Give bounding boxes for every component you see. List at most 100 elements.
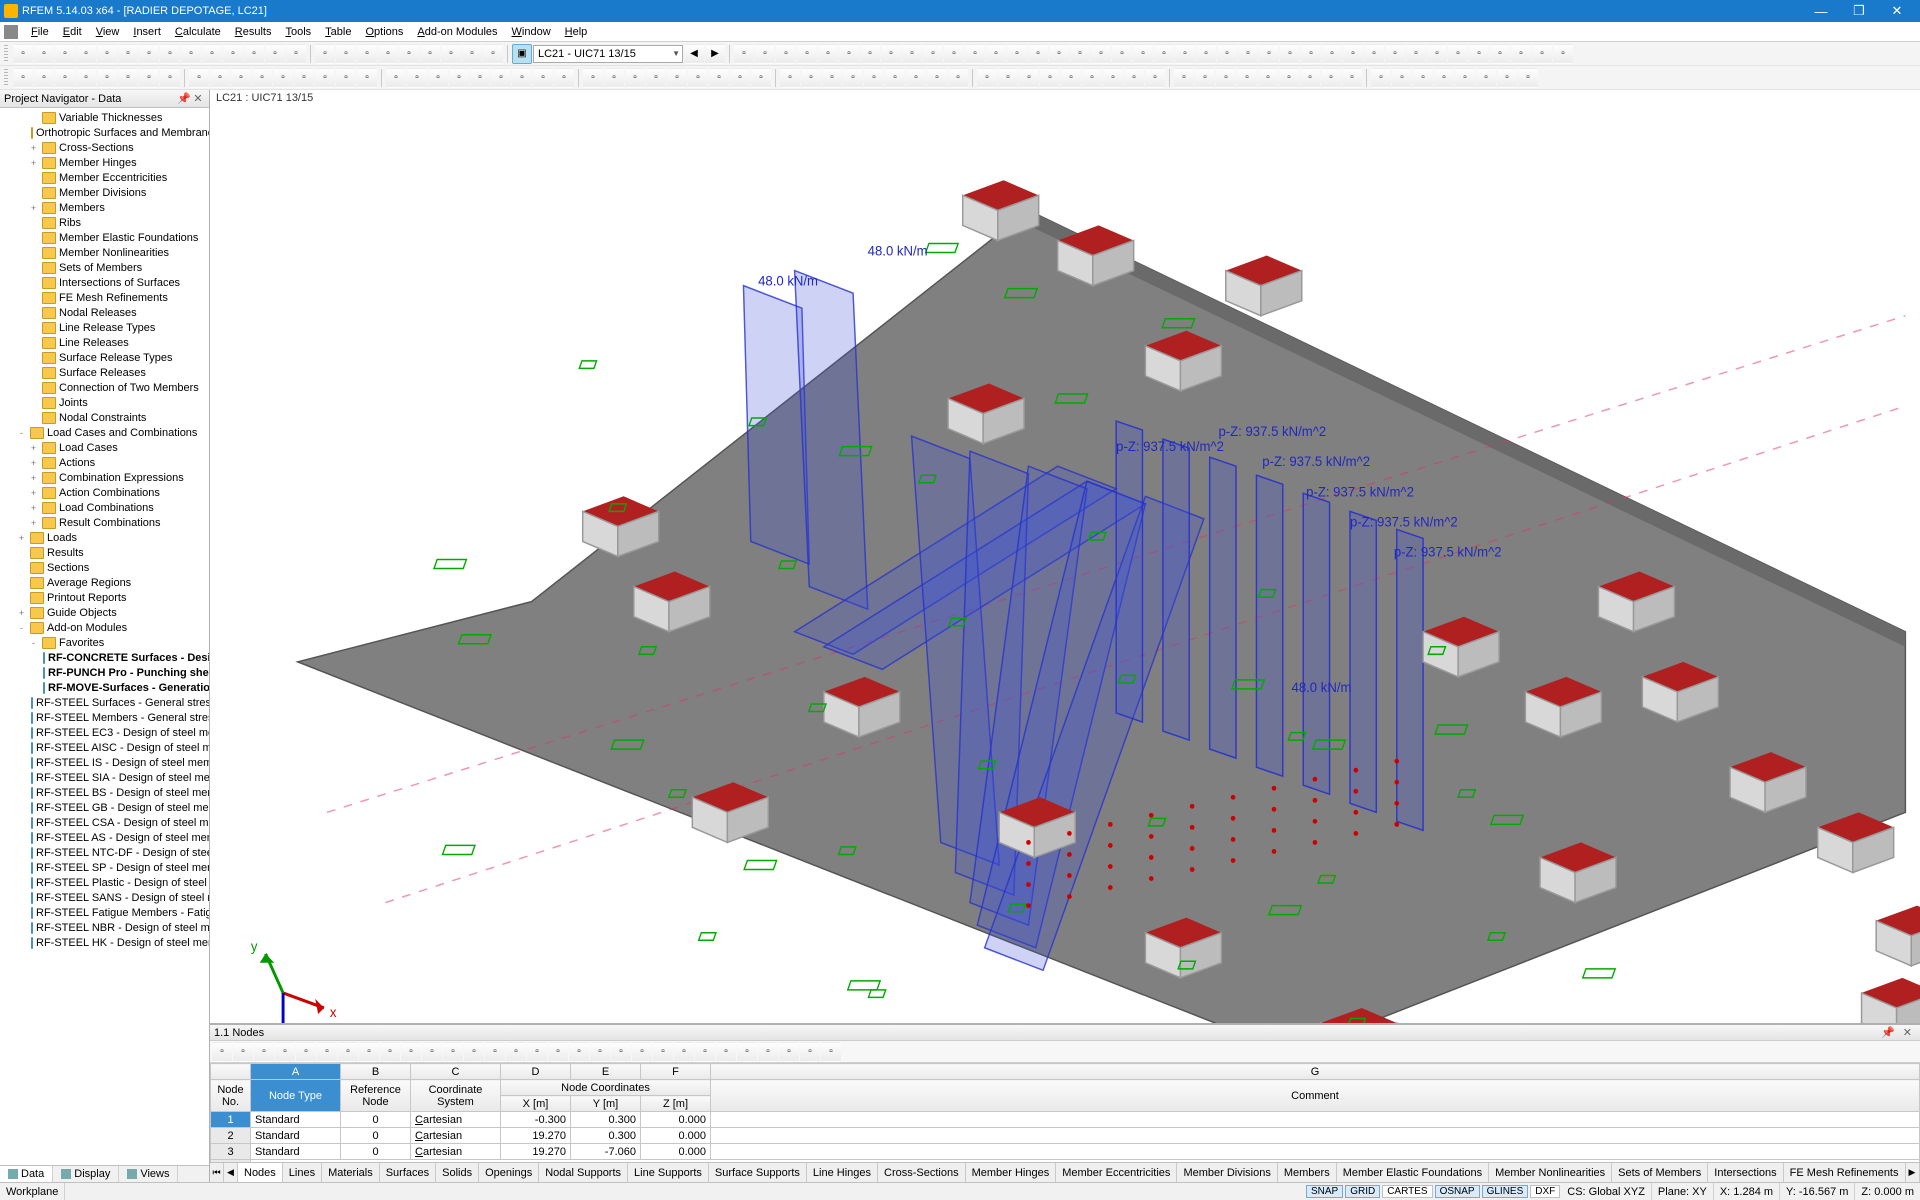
tree-item[interactable]: Member Eccentricities xyxy=(0,170,209,185)
toolbar-button[interactable]: ▫ xyxy=(1511,44,1531,64)
tree-item[interactable]: RF-CONCRETE Surfaces - Design of xyxy=(0,650,209,665)
panel-close-icon[interactable]: ✕ xyxy=(1899,1026,1916,1039)
toolbar-button[interactable]: ▫ xyxy=(265,44,285,64)
toolbar-button[interactable]: ▫ xyxy=(1061,68,1081,88)
toolbar-button[interactable]: ▫ xyxy=(948,68,968,88)
toolbar-button[interactable]: ▫ xyxy=(357,44,377,64)
tree-item[interactable]: RF-STEEL Surfaces - General stress analy xyxy=(0,695,209,710)
toolbar-button[interactable]: ▫ xyxy=(1343,44,1363,64)
toolbar-button[interactable]: ▫ xyxy=(189,68,209,88)
menu-file[interactable]: File xyxy=(24,24,56,40)
toolbar-button[interactable]: ▫ xyxy=(13,68,33,88)
table-tab-sets of members[interactable]: Sets of Members xyxy=(1612,1163,1708,1182)
tree-item[interactable]: Surface Releases xyxy=(0,365,209,380)
toolbar-button[interactable]: ▫ xyxy=(860,44,880,64)
toolbar-button[interactable]: ▫ xyxy=(646,68,666,88)
toolbar-button[interactable]: ▫ xyxy=(491,68,511,88)
toolbar-button[interactable]: ▫ xyxy=(1392,68,1412,88)
toolbar-button[interactable]: ▫ xyxy=(1238,44,1258,64)
table-toolbar-button[interactable]: ▫ xyxy=(800,1042,820,1062)
toolbar-button[interactable]: ▫ xyxy=(449,68,469,88)
toolbar-button[interactable]: ▫ xyxy=(244,44,264,64)
prev-button[interactable]: ◀ xyxy=(684,44,704,64)
tree-item[interactable]: + Member Hinges xyxy=(0,155,209,170)
row-number[interactable]: 1 xyxy=(211,1112,251,1128)
table-toolbar-button[interactable]: ▫ xyxy=(422,1042,442,1062)
toolbar-button[interactable]: ▫ xyxy=(315,44,335,64)
tree-expander-icon[interactable]: + xyxy=(28,488,39,498)
toolbar-button[interactable]: ▫ xyxy=(780,68,800,88)
row-number[interactable]: 2 xyxy=(211,1128,251,1144)
cell-y[interactable]: -7.060 xyxy=(571,1144,641,1160)
tree-item[interactable]: Ribs xyxy=(0,215,209,230)
toolbar-button[interactable]: ▫ xyxy=(1322,44,1342,64)
tab-nav-next[interactable]: ▶ xyxy=(1906,1163,1920,1182)
menu-edit[interactable]: Edit xyxy=(56,24,89,40)
table-tab-nodes[interactable]: Nodes xyxy=(238,1163,283,1182)
toolbar-button[interactable]: ▫ xyxy=(1124,68,1144,88)
toolbar-button[interactable]: ▫ xyxy=(554,68,574,88)
cell-ref[interactable]: 0 xyxy=(341,1112,411,1128)
toolbar-button[interactable]: ▫ xyxy=(944,44,964,64)
tree-expander-icon[interactable]: - xyxy=(16,623,27,633)
tree-item[interactable]: + Cross-Sections xyxy=(0,140,209,155)
tree-expander-icon[interactable]: + xyxy=(28,503,39,513)
toolbar-button[interactable]: ▫ xyxy=(357,68,377,88)
table-tab-solids[interactable]: Solids xyxy=(436,1163,479,1182)
table-toolbar-button[interactable]: ▫ xyxy=(674,1042,694,1062)
toolbar-button[interactable]: ▫ xyxy=(336,68,356,88)
toolbar-button[interactable]: ▫ xyxy=(1448,44,1468,64)
tree-item[interactable]: Nodal Constraints xyxy=(0,410,209,425)
nav-tab-views[interactable]: Views xyxy=(119,1166,178,1182)
toolbar-button[interactable]: ▫ xyxy=(223,44,243,64)
tree-item[interactable]: RF-STEEL SIA - Design of steel members xyxy=(0,770,209,785)
status-toggle-glines[interactable]: GLINES xyxy=(1482,1185,1529,1198)
toolbar-button[interactable]: ▫ xyxy=(797,44,817,64)
col-letter-D[interactable]: D xyxy=(501,1064,571,1080)
table-tab-member hinges[interactable]: Member Hinges xyxy=(966,1163,1057,1182)
col-letter-B[interactable]: B xyxy=(341,1064,411,1080)
table-toolbar-button[interactable]: ▫ xyxy=(506,1042,526,1062)
toolbar-button[interactable]: ▫ xyxy=(667,68,687,88)
status-toggle-grid[interactable]: GRID xyxy=(1345,1185,1380,1198)
toolbar-grip[interactable] xyxy=(4,69,8,87)
toolbar-button[interactable]: ▫ xyxy=(839,44,859,64)
toolbar-button[interactable]: ▫ xyxy=(625,68,645,88)
table-toolbar-button[interactable]: ▫ xyxy=(317,1042,337,1062)
toolbar-button[interactable]: ▫ xyxy=(1427,44,1447,64)
table-toolbar-button[interactable]: ▫ xyxy=(821,1042,841,1062)
toolbar-button[interactable]: ▫ xyxy=(1007,44,1027,64)
tree-item[interactable]: RF-STEEL SANS - Design of steel membe xyxy=(0,890,209,905)
toolbar-button[interactable]: ▫ xyxy=(160,44,180,64)
menu-calculate[interactable]: Calculate xyxy=(168,24,228,40)
toolbar-button[interactable]: ▫ xyxy=(428,68,448,88)
col-letter-F[interactable]: F xyxy=(641,1064,711,1080)
toolbar-button[interactable]: ▫ xyxy=(462,44,482,64)
table-tab-openings[interactable]: Openings xyxy=(479,1163,539,1182)
table-tab-member eccentricities[interactable]: Member Eccentricities xyxy=(1056,1163,1177,1182)
toolbar-button[interactable]: ▫ xyxy=(1532,44,1552,64)
toolbar-button[interactable]: ▫ xyxy=(1371,68,1391,88)
toolbar-button[interactable]: ▫ xyxy=(730,68,750,88)
col-letter-A[interactable]: A xyxy=(251,1064,341,1080)
toolbar-button[interactable]: ▫ xyxy=(1196,44,1216,64)
toolbar-button[interactable]: ▫ xyxy=(34,68,54,88)
table-tab-surfaces[interactable]: Surfaces xyxy=(380,1163,436,1182)
toolbar-button[interactable]: ▫ xyxy=(1413,68,1433,88)
toolbar-button[interactable]: ▫ xyxy=(1154,44,1174,64)
toolbar-button[interactable]: ▫ xyxy=(336,44,356,64)
toolbar-button[interactable]: ▫ xyxy=(13,44,33,64)
cell-comment[interactable] xyxy=(711,1144,1920,1160)
table-tab-nodal supports[interactable]: Nodal Supports xyxy=(539,1163,628,1182)
col-letter-G[interactable]: G xyxy=(711,1064,1920,1080)
toolbar-button[interactable]: ▫ xyxy=(1103,68,1123,88)
toolbar-button[interactable]: ▫ xyxy=(843,68,863,88)
toolbar-button[interactable]: ▫ xyxy=(1259,44,1279,64)
pin-icon[interactable]: 📌 xyxy=(177,92,191,105)
status-toggle-dxf[interactable]: DXF xyxy=(1530,1185,1560,1198)
table-tab-member elastic foundations[interactable]: Member Elastic Foundations xyxy=(1337,1163,1489,1182)
table-row[interactable]: 1 Standard 0 Cartesian -0.300 0.300 0.00… xyxy=(211,1112,1920,1128)
toolbar-button[interactable]: ▫ xyxy=(76,68,96,88)
tree-expander-icon[interactable]: + xyxy=(28,443,39,453)
table-toolbar-button[interactable]: ▫ xyxy=(380,1042,400,1062)
